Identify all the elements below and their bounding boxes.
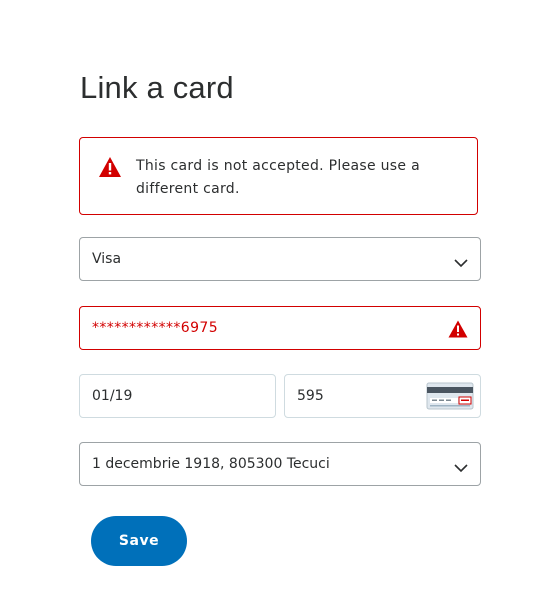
warning-triangle-icon bbox=[448, 320, 468, 338]
expiry-date-input[interactable]: 01/19 bbox=[79, 374, 276, 418]
page-title: Link a card bbox=[80, 70, 234, 105]
cvv-value: 595 bbox=[297, 388, 324, 404]
chevron-down-icon bbox=[454, 255, 468, 268]
billing-address-select[interactable]: 1 decembrie 1918, 805300 Tecuci bbox=[79, 442, 481, 486]
card-number-value: ************6975 bbox=[92, 320, 219, 336]
card-number-input[interactable]: ************6975 bbox=[79, 306, 481, 350]
billing-address-value: 1 decembrie 1918, 805300 Tecuci bbox=[92, 456, 330, 472]
warning-triangle-icon bbox=[98, 156, 122, 178]
save-button[interactable]: Save bbox=[91, 516, 187, 566]
chevron-down-icon bbox=[454, 460, 468, 473]
alert-message: This card is not accepted. Please use a … bbox=[136, 158, 420, 197]
card-type-value: Visa bbox=[92, 251, 122, 267]
error-alert: This card is not accepted. Please use a … bbox=[79, 137, 478, 215]
card-cvv-icon bbox=[426, 382, 474, 410]
expiry-date-value: 01/19 bbox=[92, 388, 133, 404]
cvv-input[interactable]: 595 bbox=[284, 374, 481, 418]
card-type-select[interactable]: Visa bbox=[79, 237, 481, 281]
